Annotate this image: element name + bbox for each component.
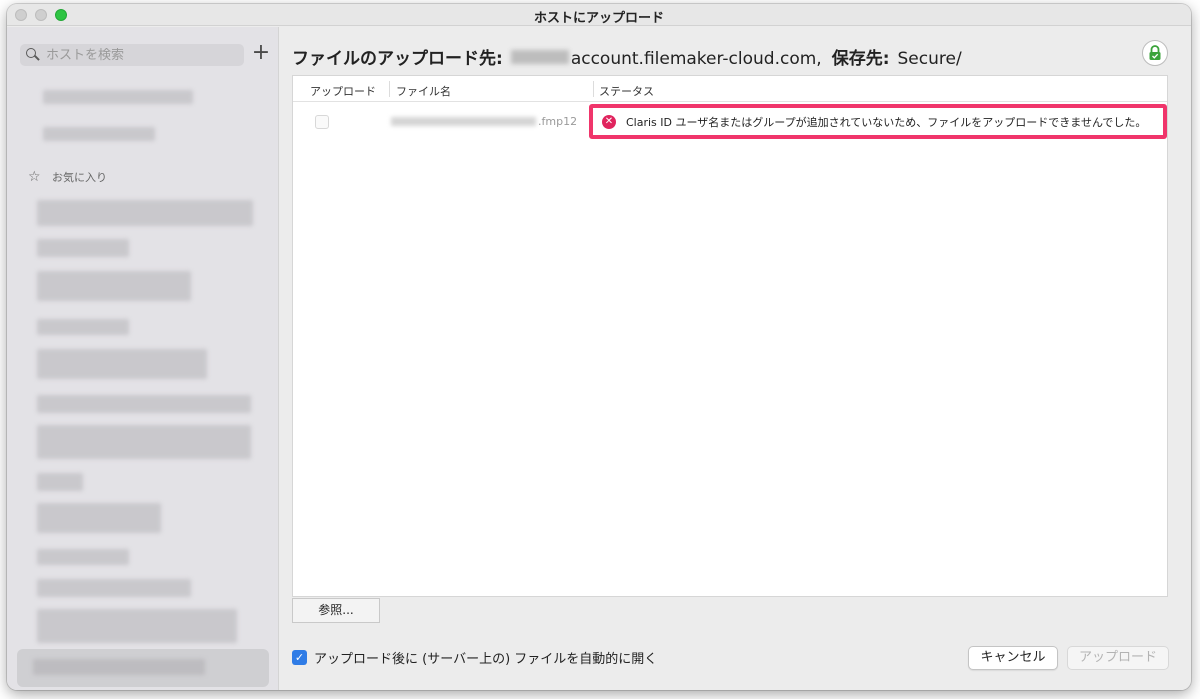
- upload-button[interactable]: アップロード: [1067, 646, 1169, 670]
- window-title: ホストにアップロード: [533, 11, 664, 26]
- column-header-filename[interactable]: ファイル名: [396, 83, 451, 99]
- upload-destination-header: ファイルのアップロード先: account.filemaker-cloud.co…: [292, 44, 962, 69]
- add-host-button[interactable]: +: [251, 41, 271, 65]
- favorite-item[interactable]: [37, 579, 191, 597]
- status-error-highlight: ✕ Claris ID ユーザ名またはグループが追加されていないため、ファイルを…: [589, 104, 1167, 139]
- lock-icon[interactable]: [1142, 40, 1168, 66]
- checkmark-icon[interactable]: ✓: [292, 650, 307, 665]
- selected-favorite-item[interactable]: [17, 649, 269, 687]
- column-header-upload[interactable]: アップロード: [310, 83, 376, 99]
- destination-host: account.filemaker-cloud.com,: [570, 49, 822, 69]
- favorite-item[interactable]: [37, 549, 129, 565]
- favorite-item[interactable]: [37, 349, 207, 379]
- host-search-input[interactable]: [46, 47, 236, 63]
- selected-item-label: [33, 659, 205, 675]
- search-icon: [26, 48, 40, 62]
- upload-file-table: アップロード ファイル名 ステータス .fmp12 ✕ Claris ID ユー…: [292, 75, 1168, 597]
- column-divider: [389, 81, 390, 97]
- star-icon: ☆: [28, 169, 41, 185]
- host-item[interactable]: [43, 90, 193, 104]
- cancel-button[interactable]: キャンセル: [968, 646, 1058, 670]
- favorite-item[interactable]: [37, 473, 83, 491]
- favorite-item[interactable]: [37, 239, 129, 257]
- error-icon: ✕: [602, 114, 616, 129]
- destination-prefix: ファイルのアップロード先:: [292, 49, 503, 69]
- save-location-path: Secure/: [897, 49, 962, 69]
- favorite-item[interactable]: [37, 609, 237, 643]
- host-item[interactable]: [43, 127, 155, 141]
- column-divider: [593, 81, 594, 97]
- favorite-item[interactable]: [37, 425, 251, 459]
- column-header-status[interactable]: ステータス: [599, 83, 654, 99]
- upload-to-host-window: ホストにアップロード + ☆ お気に入り ファイルのアップロ: [7, 4, 1191, 690]
- favorite-item[interactable]: [37, 319, 129, 335]
- table-header: アップロード ファイル名 ステータス: [293, 76, 1167, 102]
- upload-row-checkbox[interactable]: [315, 115, 329, 129]
- title-bar: ホストにアップロード: [7, 4, 1191, 26]
- status-message: Claris ID ユーザ名またはグループが追加されていないため、ファイルをアッ…: [626, 115, 1147, 129]
- favorite-item[interactable]: [37, 395, 251, 413]
- favorites-header: ☆ お気に入り: [28, 169, 107, 185]
- host-search[interactable]: [20, 44, 244, 66]
- redacted-host-prefix: [510, 50, 569, 64]
- favorite-item[interactable]: [37, 200, 253, 226]
- save-location-label: 保存先:: [831, 49, 890, 69]
- sidebar: + ☆ お気に入り: [7, 27, 279, 690]
- filename-suffix: .fmp12: [538, 115, 578, 128]
- main-panel: ファイルのアップロード先: account.filemaker-cloud.co…: [280, 27, 1191, 690]
- browse-button[interactable]: 参照...: [292, 598, 380, 623]
- favorite-item[interactable]: [37, 503, 161, 533]
- favorite-item[interactable]: [37, 271, 191, 301]
- row-filename: .fmp12: [391, 115, 577, 128]
- open-after-upload-label[interactable]: アップロード後に (サーバー上の) ファイルを自動的に開く: [314, 648, 657, 667]
- favorites-label: お気に入り: [52, 171, 107, 184]
- redacted-filename: [391, 117, 536, 126]
- open-after-upload-option[interactable]: ✓ アップロード後に (サーバー上の) ファイルを自動的に開く: [292, 648, 657, 667]
